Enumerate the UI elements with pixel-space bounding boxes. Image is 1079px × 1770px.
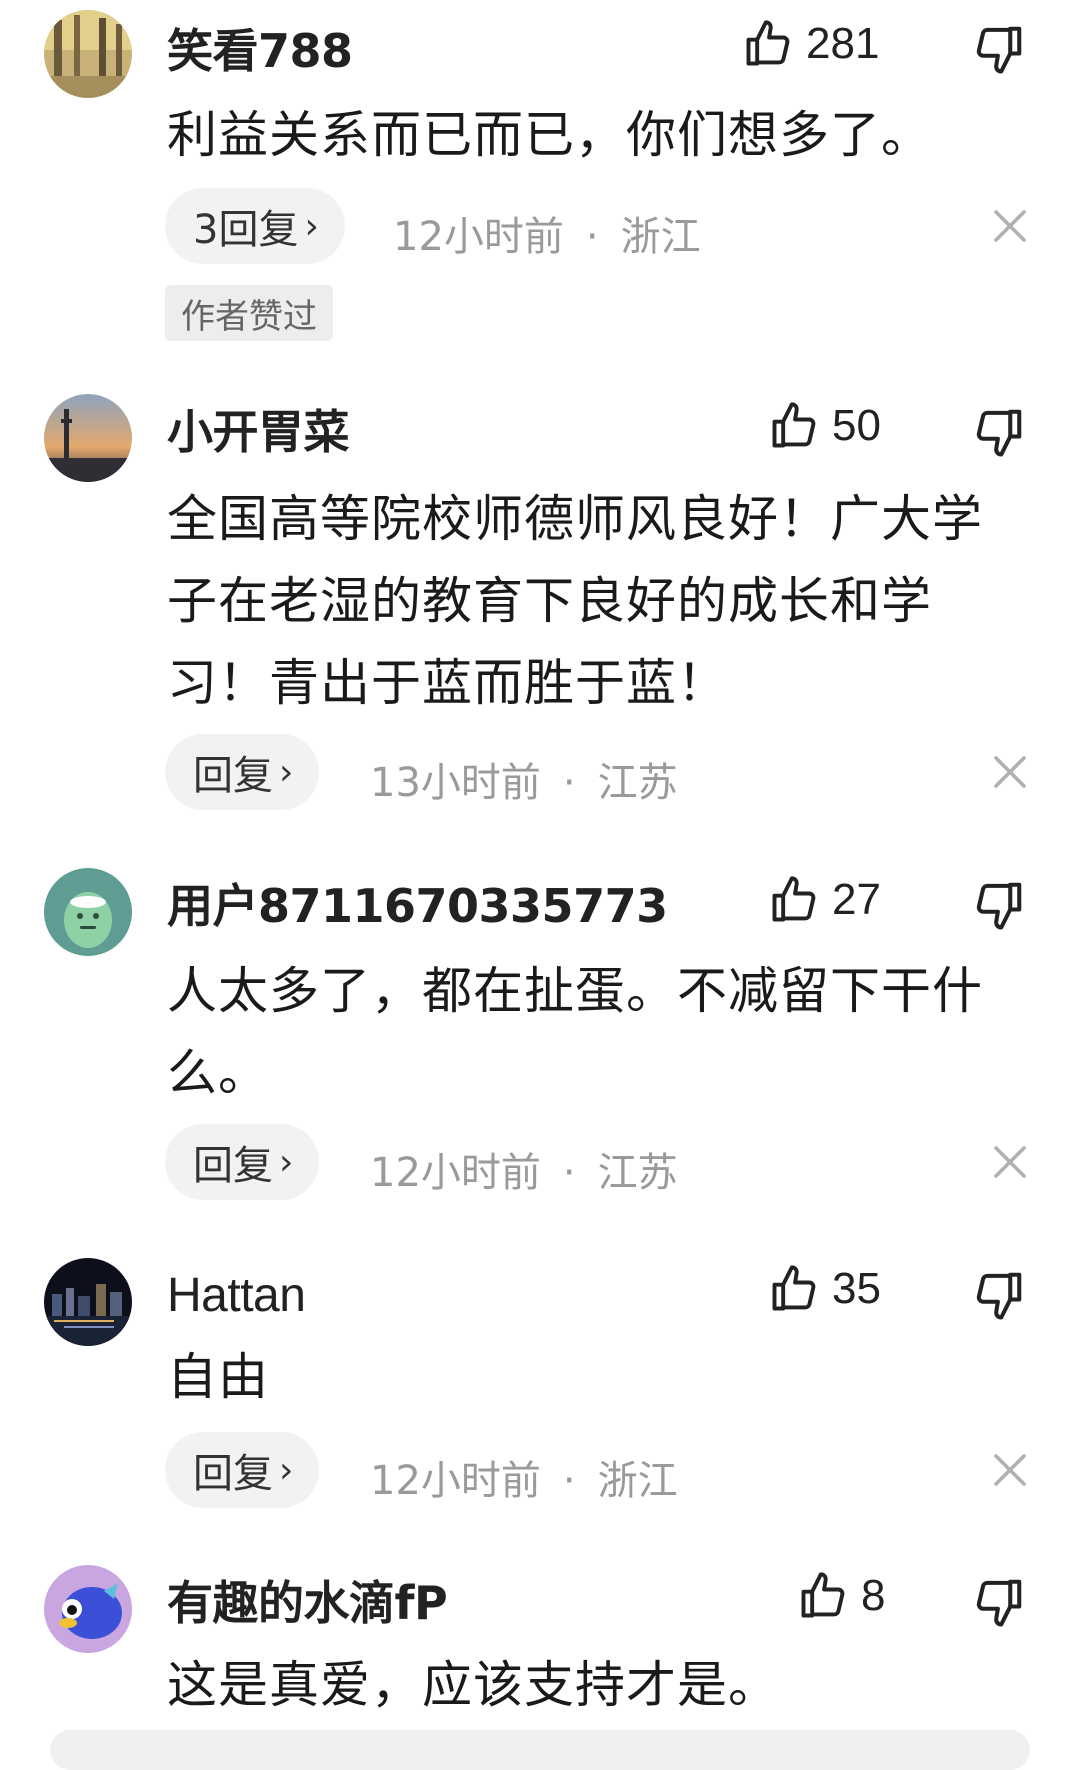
avatar-image	[44, 868, 132, 956]
like-button[interactable]: 281	[742, 18, 879, 70]
avatar-image	[44, 1565, 132, 1653]
like-count: 27	[832, 875, 881, 924]
comment-text: 全国高等院校师德师风良好！广大学子在老湿的教育下良好的成长和学习！青出于蓝而胜于…	[167, 490, 983, 712]
separator: ·	[562, 1458, 576, 1504]
reply-button[interactable]: 3回复 ›	[165, 188, 345, 264]
reply-button[interactable]: 回复 ›	[165, 1124, 320, 1200]
comment-meta: 12小时前 · 江苏	[370, 1140, 678, 1198]
close-button[interactable]	[990, 206, 1030, 246]
reply-label: 回复	[193, 1451, 273, 1497]
comment-meta: 12小时前 · 浙江	[370, 1448, 678, 1506]
username[interactable]: 有趣的水滴fP	[167, 1574, 448, 1632]
username[interactable]: 笑看788	[167, 22, 353, 80]
separator: ·	[562, 1150, 576, 1196]
thumbs-up-icon	[772, 876, 816, 922]
avatar-image	[44, 1258, 132, 1346]
separator: ·	[562, 760, 576, 806]
dislike-button[interactable]	[972, 1268, 1026, 1322]
like-button[interactable]: 27	[768, 874, 881, 926]
reply-button[interactable]: 回复 ›	[165, 734, 320, 810]
username[interactable]: Hattan	[167, 1267, 306, 1325]
avatar-image	[44, 394, 132, 482]
like-count: 35	[832, 1264, 881, 1313]
avatar[interactable]	[44, 1258, 132, 1346]
dislike-button[interactable]	[972, 1575, 1026, 1629]
close-button[interactable]	[990, 752, 1030, 792]
reply-label: 回复	[193, 753, 273, 799]
close-icon	[994, 210, 1026, 242]
comment-time: 13小时前	[370, 760, 541, 806]
chevron-right-icon: ›	[279, 1141, 294, 1183]
avatar-image	[44, 10, 132, 98]
comment-text: 这是真爱，应该支持才是。	[167, 1656, 779, 1714]
thumbs-up-icon	[801, 1572, 845, 1618]
thumbs-down-icon	[976, 1579, 1022, 1627]
chevron-right-icon: ›	[279, 751, 294, 793]
bottom-input-bar[interactable]	[50, 1730, 1030, 1770]
comment-time: 12小时前	[393, 214, 564, 260]
reply-button[interactable]: 回复 ›	[165, 1432, 320, 1508]
close-icon	[994, 756, 1026, 788]
comment-text: 人太多了，都在扯蛋。不减留下干什么。	[167, 962, 983, 1102]
thumbs-down-icon	[976, 1272, 1022, 1320]
avatar[interactable]	[44, 10, 132, 98]
username[interactable]: 用户8711670335773	[167, 877, 668, 935]
comment-meta: 12小时前 · 浙江	[393, 204, 701, 262]
chevron-right-icon: ›	[279, 1449, 294, 1491]
like-count: 281	[806, 19, 880, 68]
dislike-button[interactable]	[972, 878, 1026, 932]
avatar[interactable]	[44, 868, 132, 956]
comment-meta: 13小时前 · 江苏	[370, 750, 678, 808]
comment-time: 12小时前	[370, 1150, 541, 1196]
dislike-button[interactable]	[972, 22, 1026, 76]
reply-label: 回复	[193, 1143, 273, 1189]
close-button[interactable]	[990, 1142, 1030, 1182]
thumbs-up-icon	[772, 402, 816, 448]
like-button[interactable]: 50	[768, 400, 881, 452]
thumbs-down-icon	[976, 26, 1022, 74]
like-count: 8	[861, 1571, 886, 1620]
comment-location: 浙江	[620, 214, 701, 260]
comment-location: 江苏	[597, 760, 678, 806]
thumbs-down-icon	[976, 882, 1022, 930]
comment-location: 江苏	[597, 1150, 678, 1196]
author-liked-badge: 作者赞过	[165, 285, 333, 341]
comment-text: 自由	[167, 1348, 269, 1406]
like-button[interactable]: 8	[797, 1570, 885, 1622]
thumbs-up-icon	[746, 20, 790, 66]
avatar[interactable]	[44, 1565, 132, 1653]
like-count: 50	[832, 401, 881, 450]
like-button[interactable]: 35	[768, 1263, 881, 1315]
thumbs-up-icon	[772, 1265, 816, 1311]
thumbs-down-icon	[976, 409, 1022, 457]
dislike-button[interactable]	[972, 405, 1026, 459]
comment-text: 利益关系而已而已，你们想多了。	[167, 106, 932, 164]
comment-time: 12小时前	[370, 1458, 541, 1504]
chevron-right-icon: ›	[304, 205, 319, 247]
separator: ·	[585, 214, 599, 260]
comment-location: 浙江	[597, 1458, 678, 1504]
username[interactable]: 小开胃菜	[167, 403, 350, 461]
close-icon	[994, 1454, 1026, 1486]
close-button[interactable]	[990, 1450, 1030, 1490]
avatar[interactable]	[44, 394, 132, 482]
close-icon	[994, 1146, 1026, 1178]
reply-label: 3回复	[193, 207, 299, 253]
